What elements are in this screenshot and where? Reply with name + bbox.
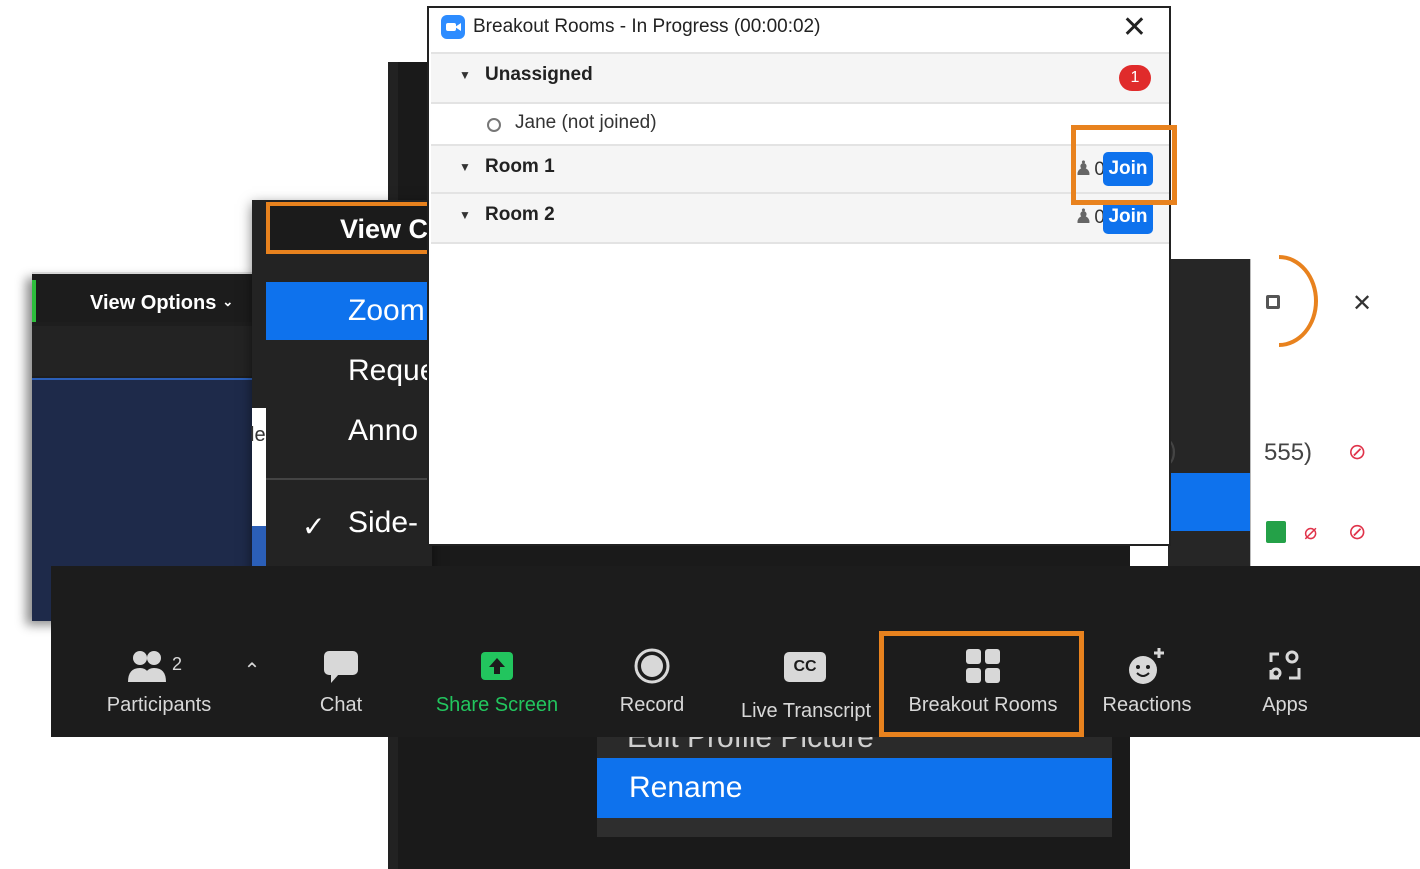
room-row[interactable]: ▼ Room 1 ♟ 0 Join: [431, 144, 1169, 192]
participants-icon: [128, 651, 166, 682]
record-button[interactable]: Record: [611, 646, 693, 717]
join-highlight-box: [1071, 125, 1177, 205]
group-unassigned[interactable]: ▼ Unassigned 1: [431, 52, 1169, 102]
reactions-button[interactable]: Reactions: [1097, 646, 1197, 717]
live-transcript-button[interactable]: CC Live Transcript: [735, 646, 877, 723]
close-icon[interactable]: ✕: [1352, 289, 1372, 318]
breakout-rooms-dialog: Breakout Rooms - In Progress (00:00:02) …: [427, 6, 1171, 546]
video-off-icon: ⊘: [1348, 519, 1367, 544]
popout-icon[interactable]: [1266, 295, 1280, 309]
room-participant-count: ♟ 0: [1074, 206, 1105, 228]
chat-button[interactable]: Chat: [311, 646, 371, 717]
cc-icon: CC: [784, 652, 826, 682]
caret-down-icon: ▼: [459, 208, 471, 222]
participants-button[interactable]: 2 Participants: [101, 646, 217, 717]
participants-options-chevron[interactable]: ⌃: [237, 658, 267, 683]
chevron-up-icon: ⌃: [243, 660, 261, 682]
apps-button[interactable]: Apps: [1255, 646, 1315, 717]
room-row[interactable]: ▼ Room 2 ♟ 0 Join: [431, 192, 1169, 244]
share-screen-icon: [481, 652, 513, 680]
view-options-menu: le View C Zoom Reque Anno ✓ Side-: [250, 200, 432, 580]
menu-item-side-by-side[interactable]: Side-: [348, 506, 418, 540]
mic-muted-icon: ⌀: [1304, 519, 1318, 544]
record-icon: [634, 648, 670, 684]
participants-window: ) ✕ 555) ⊘ ⌀ ⊘: [1168, 203, 1420, 573]
highlight-box: [266, 202, 432, 254]
apps-icon: [1269, 650, 1301, 680]
list-item[interactable]: Jane (not joined): [431, 102, 1169, 146]
dialog-title: Breakout Rooms - In Progress (00:00:02): [473, 16, 821, 37]
menu-item-annotate[interactable]: Anno: [266, 402, 432, 460]
video-off-icon: ⊘: [1348, 439, 1367, 464]
person-icon: ♟: [1074, 206, 1093, 228]
zoom-logo-icon: [441, 15, 465, 39]
close-icon[interactable]: ✕: [1122, 10, 1147, 45]
chevron-down-icon: ⌄: [222, 294, 234, 309]
view-options-button[interactable]: View Options ⌄: [90, 292, 233, 315]
join-button[interactable]: Join: [1103, 200, 1153, 234]
menu-item-rename[interactable]: Rename: [597, 758, 1112, 818]
status-circle-icon: [487, 118, 501, 132]
checkmark-icon: ✓: [302, 511, 326, 542]
chat-icon: [324, 651, 358, 683]
menu-item-zoom[interactable]: Zoom: [266, 282, 432, 340]
menu-item-request[interactable]: Reque: [266, 342, 432, 400]
caret-down-icon: ▼: [459, 68, 471, 82]
breakout-rooms-highlight-box: [879, 631, 1084, 737]
share-screen-button[interactable]: Share Screen: [431, 646, 563, 717]
reactions-icon: [1129, 648, 1164, 684]
dialog-titlebar: Breakout Rooms - In Progress (00:00:02) …: [429, 8, 1169, 50]
meeting-toolbar: 2 Participants ⌃ Chat Share Screen Recor…: [51, 566, 1420, 737]
unassigned-count-badge: 1: [1119, 65, 1151, 91]
caret-down-icon: ▼: [459, 160, 471, 174]
share-icon: [1266, 521, 1286, 543]
context-menu: Edit Profile Picture Rename: [597, 721, 1112, 837]
